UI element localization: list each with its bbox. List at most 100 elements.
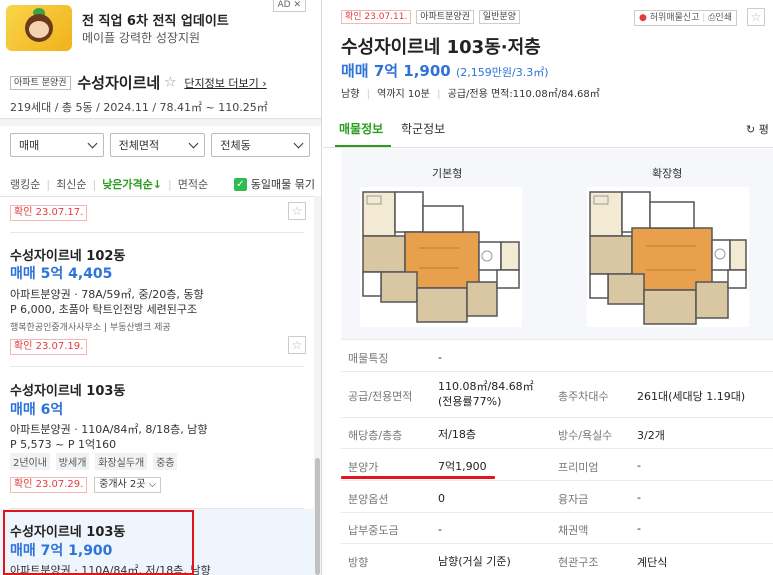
report-button[interactable]: 허위매물신고	[650, 13, 700, 23]
report-print-bar: ● 허위매물신고 | ⎙인쇄	[634, 10, 737, 26]
scrollbar-thumb[interactable]	[315, 458, 320, 575]
sale-price-underline	[341, 476, 495, 479]
ad-banner[interactable]: 전 직업 6차 전직 업데이트 메이플 강력한 성장지원 AD ✕	[0, 0, 320, 60]
detail-info: 남향 | 역까지 10분 | 공급/전용 면적:110.08㎡/84.68㎡	[341, 85, 600, 100]
sort-separator: |	[46, 177, 51, 191]
favorite-star-icon[interactable]: ☆	[164, 75, 177, 91]
row-value: -	[438, 523, 442, 536]
info-separator: |	[437, 89, 441, 100]
floor-plan-extended[interactable]	[586, 186, 750, 328]
complex-summary: 219세대 / 총 5동 / 2024.11 / 78.41㎡ ~ 110.25…	[10, 101, 268, 114]
ad-close-tag[interactable]: AD ✕	[272, 0, 306, 12]
detail-panel: 확인 23.07.11. 아파트분양권 일반분양 ● 허위매물신고 | ⎙인쇄 …	[323, 0, 773, 575]
detail-area: 공급/전용 면적:110.08㎡/84.68㎡	[447, 89, 600, 100]
listing-agency: 행복한공인중개사사무소 | 부동산뱅크 제공	[10, 323, 171, 333]
confirm-row: 확인 23.07.29. 중개사 2곳 ⌵	[10, 476, 162, 493]
row-value: -	[438, 351, 442, 364]
row-label: 채권액	[558, 524, 589, 537]
row-label: 방향	[348, 556, 369, 569]
type-badge: 아파트분양권	[416, 10, 474, 24]
print-button[interactable]: 인쇄	[715, 13, 732, 23]
sort-separator: |	[92, 177, 97, 191]
table-row: 매물특징 -	[341, 339, 773, 371]
row-label: 공급/전용면적	[348, 390, 413, 403]
row-label: 융자금	[558, 493, 589, 506]
report-separator: |	[702, 13, 706, 23]
row-value: 저/18층	[438, 428, 476, 441]
tab-school-info[interactable]: 학군정보	[401, 120, 445, 137]
row-label: 현관구조	[558, 556, 599, 569]
siren-icon: ●	[639, 13, 647, 23]
list-item[interactable]: 수성자이르네 102동 매매 5억 4,405 아파트분양권 · 78A/59㎡…	[0, 233, 314, 367]
complex-info-link[interactable]: 단지정보 더보기	[184, 77, 266, 90]
list-item[interactable]: 수성자이르네 103동 매매 6억 아파트분양권 · 110A/84㎡, 8/1…	[0, 367, 314, 509]
group-same-listing-label: 동일매물 묶기	[250, 178, 315, 191]
area-value: 전체면적	[118, 139, 160, 152]
listing-price: 매매 6억	[10, 402, 64, 418]
row-value: 261대(세대당 1.19대)	[637, 390, 746, 403]
row-value: 110.08㎡/84.68㎡(전용률77%)	[438, 380, 534, 408]
checkmark-icon: ✓	[233, 177, 247, 191]
dong-value: 전체동	[220, 139, 251, 152]
ad-image[interactable]	[6, 5, 72, 51]
listing-desc: 아파트분양권 · 110A/84㎡, 8/18층, 남향	[10, 423, 208, 436]
row-label: 분양옵션	[348, 493, 389, 506]
sale-type-badge: 일반분양	[478, 10, 520, 24]
row-label: 방수/욕실수	[558, 429, 613, 442]
listing-desc2: P 6,000, 초품아 탁트인전망 세련된구조	[10, 303, 198, 316]
ad-subtitle[interactable]: 메이플 강력한 성장지원	[82, 29, 200, 46]
area-select[interactable]: 전체면적	[109, 133, 206, 157]
info-separator: |	[366, 89, 370, 100]
active-tab-indicator	[335, 145, 391, 147]
sort-low-price[interactable]: 낮은가격순↓	[102, 176, 162, 192]
feature-chips: 2년이내 방세개 화장실두개 중층	[10, 453, 179, 470]
row-value: 남향(거실 기준)	[438, 555, 511, 568]
row-value: 0	[438, 492, 445, 505]
floor-plans: 기본형 확장형	[341, 149, 773, 339]
selection-highlight	[3, 510, 194, 575]
row-label: 프리미엄	[558, 461, 599, 474]
row-label: 분양가	[348, 461, 379, 474]
chip: 방세개	[55, 453, 90, 470]
plan-label-basic: 기본형	[432, 167, 463, 180]
list-scrollbar[interactable]	[314, 196, 321, 575]
ad-title[interactable]: 전 직업 6차 전직 업데이트	[82, 10, 229, 29]
bookmark-icon[interactable]: ☆	[747, 8, 765, 26]
listing-desc: 아파트분양권 · 78A/59㎡, 중/20층, 동향	[10, 288, 204, 301]
complex-header: 아파트 분양권 수성자이르네 ☆ 단지정보 더보기 219세대 / 총 5동 /…	[10, 72, 315, 115]
row-value: 3/2개	[637, 429, 665, 442]
listing-price: 매매 5억 4,405	[10, 266, 113, 282]
detail-price-value: 매매 7억 1,900	[341, 62, 451, 80]
dong-select[interactable]: 전체동	[211, 133, 310, 157]
group-same-listing-checkbox[interactable]: ✓ 동일매물 묶기	[233, 176, 315, 192]
sort-bar: 랭킹순 | 최신순 | 낮은가격순↓ | 면적순 ✓ 동일매물 묶기	[10, 176, 315, 192]
sort-latest[interactable]: 최신순	[56, 176, 86, 192]
agent-count-button[interactable]: 중개사 2곳 ⌵	[94, 477, 162, 493]
floor-plan-basic[interactable]	[359, 186, 523, 328]
sort-separator: |	[168, 177, 172, 191]
detail-price-per-area: (2,159만원/3.3㎡)	[455, 66, 549, 79]
row-label: 매물특징	[348, 352, 389, 365]
row-value: -	[637, 522, 641, 535]
trade-type-select[interactable]: 매매	[10, 133, 104, 157]
area-unit-toggle[interactable]: ↻ 평	[746, 121, 769, 137]
sort-ranking[interactable]: 랭킹순	[10, 176, 40, 192]
sort-area[interactable]: 면적순	[178, 176, 208, 192]
chip: 2년이내	[10, 453, 50, 470]
table-row: 공급/전용면적 110.08㎡/84.68㎡(전용률77%) 총주차대수 261…	[341, 371, 773, 417]
row-label: 납부중도금	[348, 524, 399, 537]
row-value: -	[637, 491, 641, 504]
plan-label-extended: 확장형	[652, 167, 683, 180]
complex-type-tag: 아파트 분양권	[10, 75, 71, 90]
bookmark-icon[interactable]: ☆	[288, 202, 306, 220]
row-value: 계단식	[637, 556, 668, 569]
listing-name[interactable]: 수성자이르네 103동	[10, 380, 125, 399]
complex-name: 수성자이르네	[77, 74, 161, 92]
detail-badges: 확인 23.07.11. 아파트분양권 일반분양	[341, 10, 522, 24]
table-row: 분양옵션 0 융자금 -	[341, 480, 773, 512]
tab-listing-info[interactable]: 매물정보	[339, 120, 383, 137]
bookmark-icon[interactable]: ☆	[288, 336, 306, 354]
listing-name[interactable]: 수성자이르네 102동	[10, 245, 125, 264]
list-item[interactable]: 확인 23.07.17. ☆	[0, 197, 314, 233]
row-value: -	[637, 459, 641, 472]
